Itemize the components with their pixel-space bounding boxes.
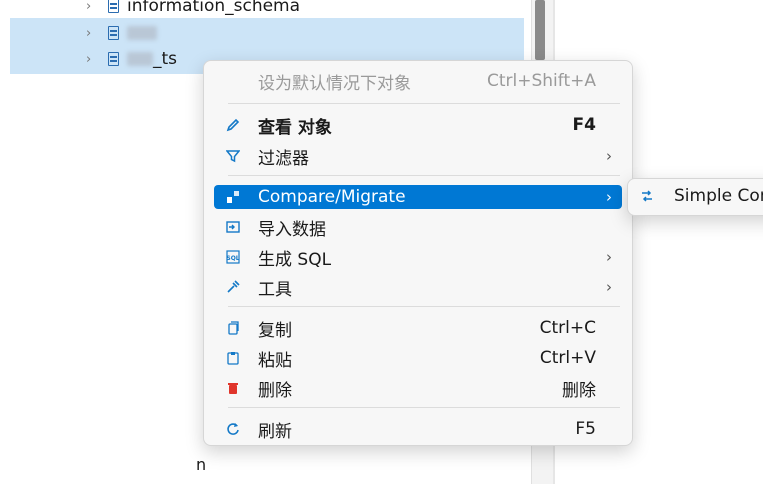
compare-icon <box>640 189 654 203</box>
menu-separator <box>228 103 620 104</box>
submenu-item-label: Simple Cor <box>674 186 763 206</box>
import-icon <box>226 220 240 234</box>
menu-item-generate-sql[interactable]: SQL 生成 SQL › <box>214 245 622 270</box>
refresh-icon <box>226 422 240 436</box>
menu-item-delete[interactable]: 删除 删除 <box>214 376 622 401</box>
clipboard-icon <box>226 351 240 365</box>
chevron-right-icon[interactable]: › <box>86 26 98 41</box>
menu-item-shortcut: Ctrl+Shift+A <box>486 71 596 91</box>
menu-item-compare-migrate[interactable]: Compare/Migrate › <box>214 185 622 209</box>
menu-item-label: 导入数据 <box>258 219 326 240</box>
chevron-right-icon: › <box>606 278 612 296</box>
menu-item-filter[interactable]: 过滤器 › <box>214 144 622 169</box>
database-icon <box>108 52 119 66</box>
menu-item-label: 查看 对象 <box>258 117 332 138</box>
menu-item-view-object[interactable]: 查看 对象 F4 <box>214 113 622 138</box>
partial-tree-text: n <box>196 455 207 474</box>
trash-icon <box>226 381 240 395</box>
menu-item-paste[interactable]: 粘贴 Ctrl+V <box>214 346 622 371</box>
tools-icon <box>226 280 240 294</box>
menu-separator <box>228 407 620 408</box>
redacted-text <box>127 26 157 40</box>
tree-row-label <box>127 23 157 43</box>
pencil-icon <box>226 118 240 132</box>
menu-item-shortcut: Ctrl+C <box>539 318 596 338</box>
redacted-text <box>127 52 153 66</box>
chevron-right-icon: › <box>606 188 612 206</box>
menu-item-label: 复制 <box>258 320 292 341</box>
tree-row-label: information_schema <box>127 0 301 16</box>
menu-separator <box>228 306 620 307</box>
chevron-right-icon[interactable]: › <box>86 0 98 14</box>
menu-separator <box>228 175 620 176</box>
chevron-right-icon: › <box>606 147 612 165</box>
database-icon <box>108 26 119 40</box>
menu-item-label: 粘贴 <box>258 350 292 371</box>
tree-row-label: _ts <box>127 49 177 69</box>
menu-item-import-data[interactable]: 导入数据 <box>214 215 622 240</box>
menu-item-label: 刷新 <box>258 421 292 442</box>
menu-item-copy[interactable]: 复制 Ctrl+C <box>214 316 622 341</box>
menu-item-shortcut: F4 <box>572 115 596 135</box>
menu-item-label: 过滤器 <box>258 148 309 169</box>
menu-item-label: 设为默认情况下对象 <box>258 73 411 94</box>
menu-item-label: Compare/Migrate <box>258 187 406 207</box>
menu-item-shortcut: 删除 <box>562 380 596 401</box>
svg-text:SQL: SQL <box>226 255 239 262</box>
menu-item-label: 删除 <box>258 380 292 401</box>
chevron-right-icon[interactable]: › <box>86 52 98 67</box>
tree-scrollbar-thumb[interactable] <box>535 0 545 60</box>
compare-migrate-submenu: Simple Cor <box>627 178 763 216</box>
database-icon <box>108 0 119 13</box>
copy-icon <box>226 321 240 335</box>
menu-item-set-default: 设为默认情况下对象 Ctrl+Shift+A <box>214 69 622 94</box>
menu-item-shortcut: F5 <box>575 419 596 439</box>
filter-icon <box>226 149 240 163</box>
context-menu: 设为默认情况下对象 Ctrl+Shift+A 查看 对象 F4 过滤器 › Co… <box>203 60 633 446</box>
menu-item-refresh[interactable]: 刷新 F5 <box>214 417 622 442</box>
menu-item-shortcut: Ctrl+V <box>539 348 596 368</box>
menu-item-label: 生成 SQL <box>258 249 332 270</box>
sql-icon: SQL <box>226 250 240 264</box>
chevron-right-icon: › <box>606 248 612 266</box>
compare-icon <box>226 190 240 204</box>
menu-item-label: 工具 <box>258 279 292 300</box>
tree-row-suffix: _ts <box>153 49 178 69</box>
menu-item-tools[interactable]: 工具 › <box>214 275 622 300</box>
